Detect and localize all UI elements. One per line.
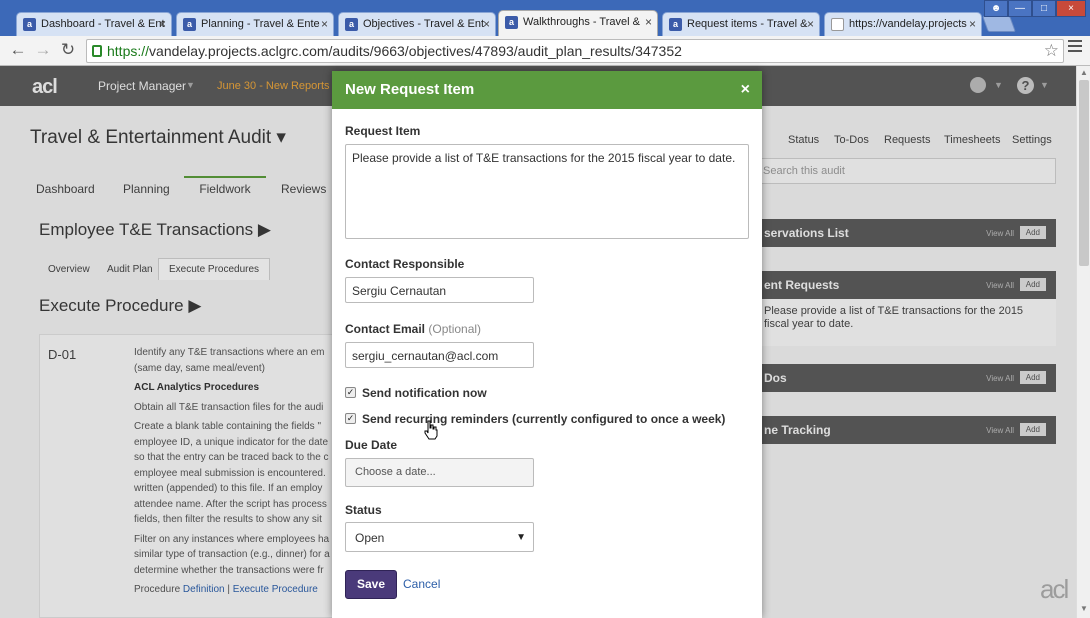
url-scheme: https:// bbox=[107, 43, 150, 59]
request-item-textarea[interactable]: Please provide a list of T&E transaction… bbox=[345, 144, 749, 239]
scroll-up-icon[interactable]: ▲ bbox=[1080, 68, 1088, 77]
tab-label: Walkthroughs - Travel & bbox=[523, 16, 640, 28]
aclgrc-icon: a bbox=[23, 18, 36, 31]
lock-icon bbox=[92, 45, 102, 57]
contact-email-input[interactable]: sergiu_cernautan@acl.com bbox=[345, 342, 534, 368]
scrollbar-thumb[interactable] bbox=[1079, 80, 1089, 266]
tab-label: Objectives - Travel & Ent bbox=[363, 18, 485, 30]
status-label: Status bbox=[345, 503, 382, 517]
reload-icon[interactable]: ↻ bbox=[58, 40, 78, 60]
new-tab-button[interactable] bbox=[982, 16, 1016, 32]
aclgrc-icon: a bbox=[183, 18, 196, 31]
window-close-icon[interactable]: × bbox=[1056, 0, 1086, 17]
close-icon[interactable]: × bbox=[159, 17, 166, 31]
user-profile-icon[interactable]: ☻ bbox=[984, 0, 1008, 17]
url-input[interactable]: https://vandelay.projects.aclgrc.com/aud… bbox=[86, 39, 1064, 63]
close-icon[interactable]: × bbox=[741, 81, 750, 99]
tab-label: https://vandelay.projects bbox=[849, 18, 967, 30]
bookmark-star-icon[interactable]: ☆ bbox=[1044, 41, 1059, 61]
send-notification-checkbox[interactable]: ✓ bbox=[345, 387, 356, 398]
due-date-picker[interactable]: Choose a date... bbox=[345, 458, 534, 487]
minimize-icon[interactable]: — bbox=[1008, 0, 1032, 17]
browser-tab-bar: a Dashboard - Travel & Ent × a Planning … bbox=[0, 0, 1090, 36]
browser-menu-icon[interactable] bbox=[1068, 40, 1082, 54]
modal-title: New Request Item bbox=[345, 81, 475, 98]
url-host: vandelay.projects.aclgrc.com bbox=[149, 43, 329, 59]
contact-responsible-input[interactable]: Sergiu Cernautan bbox=[345, 277, 534, 303]
tab-label: Dashboard - Travel & Ent bbox=[41, 18, 165, 30]
browser-tab-objectives[interactable]: a Objectives - Travel & Ent × bbox=[338, 12, 496, 36]
maximize-icon[interactable]: □ bbox=[1032, 0, 1056, 17]
forward-icon[interactable]: → bbox=[33, 40, 53, 60]
status-select[interactable]: Open ▼ bbox=[345, 522, 534, 552]
aclgrc-icon: a bbox=[505, 16, 518, 29]
browser-tab-walkthroughs[interactable]: a Walkthroughs - Travel & × bbox=[498, 10, 658, 36]
cancel-link[interactable]: Cancel bbox=[403, 577, 440, 591]
new-request-item-modal: New Request Item × Request Item Please p… bbox=[332, 71, 762, 618]
scrollbar[interactable]: ▲ ▼ bbox=[1076, 66, 1090, 618]
caret-down-icon: ▼ bbox=[516, 532, 526, 543]
request-item-label: Request Item bbox=[345, 124, 421, 138]
back-icon[interactable]: ← bbox=[8, 40, 28, 60]
aclgrc-icon: a bbox=[345, 18, 358, 31]
hand-cursor-icon bbox=[424, 420, 438, 440]
browser-tab-planning[interactable]: a Planning - Travel & Ente × bbox=[176, 12, 334, 36]
status-value: Open bbox=[355, 531, 385, 545]
aclgrc-icon: a bbox=[669, 18, 682, 31]
contact-email-label: Contact Email (Optional) bbox=[345, 322, 482, 336]
tab-label: Planning - Travel & Ente bbox=[201, 18, 320, 30]
address-toolbar: ← → ↻ https://vandelay.projects.aclgrc.c… bbox=[0, 36, 1090, 66]
modal-header: New Request Item × bbox=[332, 71, 762, 109]
close-icon[interactable]: × bbox=[645, 15, 652, 29]
tab-label: Request items - Travel & bbox=[687, 18, 808, 30]
send-notification-label[interactable]: Send notification now bbox=[362, 386, 487, 400]
contact-responsible-label: Contact Responsible bbox=[345, 257, 465, 271]
close-icon[interactable]: × bbox=[807, 17, 814, 31]
browser-tab-dashboard[interactable]: a Dashboard - Travel & Ent × bbox=[16, 12, 172, 36]
scroll-down-icon[interactable]: ▼ bbox=[1080, 604, 1088, 613]
save-button[interactable]: Save bbox=[345, 570, 397, 599]
url-path: /audits/9663/objectives/47893/audit_plan… bbox=[328, 43, 682, 59]
close-icon[interactable]: × bbox=[483, 17, 490, 31]
browser-tab-url[interactable]: https://vandelay.projects × bbox=[824, 12, 982, 36]
close-icon[interactable]: × bbox=[969, 17, 976, 31]
recurring-reminders-checkbox[interactable]: ✓ bbox=[345, 413, 356, 424]
close-icon[interactable]: × bbox=[321, 17, 328, 31]
recurring-reminders-label[interactable]: Send recurring reminders (currently conf… bbox=[362, 412, 725, 426]
browser-tab-request-items[interactable]: a Request items - Travel & × bbox=[662, 12, 820, 36]
due-date-label: Due Date bbox=[345, 438, 398, 452]
document-icon bbox=[831, 18, 844, 31]
